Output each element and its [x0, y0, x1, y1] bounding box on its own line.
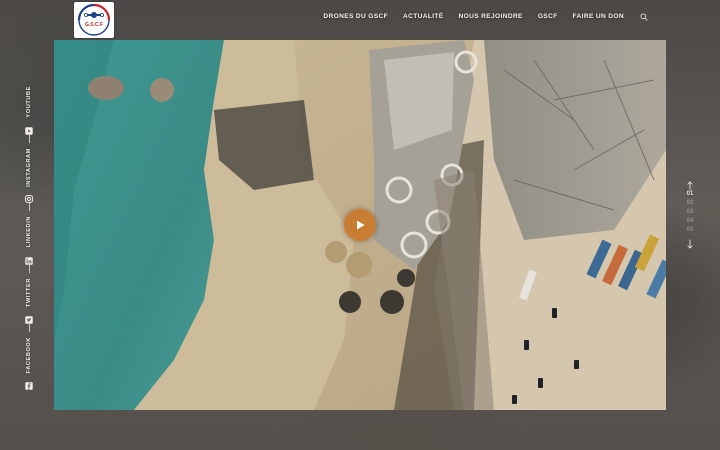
- play-icon: [356, 220, 364, 230]
- rail-divider: [28, 323, 30, 332]
- slide-number-active[interactable]: 01: [687, 191, 694, 197]
- instagram-icon[interactable]: [25, 190, 33, 204]
- nav-item-gscf[interactable]: GSCF: [538, 13, 558, 20]
- site-logo[interactable]: G.S.C.F: [74, 2, 114, 38]
- nav-item-faire-un-don[interactable]: FAIRE UN DON: [573, 13, 624, 20]
- slide-indicator: 01 02 03 04 05: [682, 178, 698, 249]
- nav-item-nous-rejoindre[interactable]: NOUS REJOINDRE: [459, 13, 523, 20]
- hero-video-thumbnail[interactable]: [54, 40, 666, 410]
- social-label-facebook[interactable]: FACEBOOK: [26, 337, 32, 374]
- main-nav: DRONES DU GSCF ACTUALITÉ NOUS REJOINDRE …: [323, 12, 648, 21]
- social-links: YOUTUBE INSTAGRAM LINKEDIN TWITTER FACEB…: [22, 86, 36, 390]
- linkedin-icon[interactable]: [25, 252, 33, 265]
- social-label-twitter[interactable]: TWITTER: [26, 278, 32, 307]
- twitter-icon[interactable]: [25, 311, 33, 324]
- social-linkedin[interactable]: LINKEDIN: [25, 216, 33, 265]
- nav-item-actualite[interactable]: ACTUALITÉ: [403, 13, 444, 20]
- arrow-down-icon[interactable]: [686, 236, 694, 249]
- rail-divider: [28, 203, 30, 212]
- social-label-linkedin[interactable]: LINKEDIN: [26, 216, 32, 247]
- youtube-icon[interactable]: [25, 122, 33, 135]
- arrow-up-icon[interactable]: [686, 178, 694, 191]
- social-twitter[interactable]: TWITTER: [25, 278, 33, 324]
- nav-item-drones[interactable]: DRONES DU GSCF: [323, 13, 388, 20]
- social-label-youtube[interactable]: YOUTUBE: [26, 86, 32, 118]
- logo-emblem-icon: G.S.C.F: [77, 3, 111, 36]
- facebook-icon[interactable]: [25, 377, 33, 390]
- slide-number[interactable]: 05: [687, 227, 694, 233]
- slide-number[interactable]: 04: [687, 218, 694, 224]
- play-video-button[interactable]: [344, 209, 376, 241]
- slide-number[interactable]: 03: [687, 209, 694, 215]
- social-label-instagram[interactable]: INSTAGRAM: [26, 148, 32, 187]
- social-youtube[interactable]: YOUTUBE: [25, 86, 33, 135]
- search-icon[interactable]: [639, 12, 648, 21]
- rail-divider: [28, 134, 30, 143]
- slide-number[interactable]: 02: [687, 200, 694, 206]
- social-facebook[interactable]: FACEBOOK: [25, 337, 33, 390]
- rail-divider: [28, 264, 30, 273]
- logo-text: G.S.C.F: [85, 22, 103, 28]
- social-instagram[interactable]: INSTAGRAM: [25, 148, 33, 204]
